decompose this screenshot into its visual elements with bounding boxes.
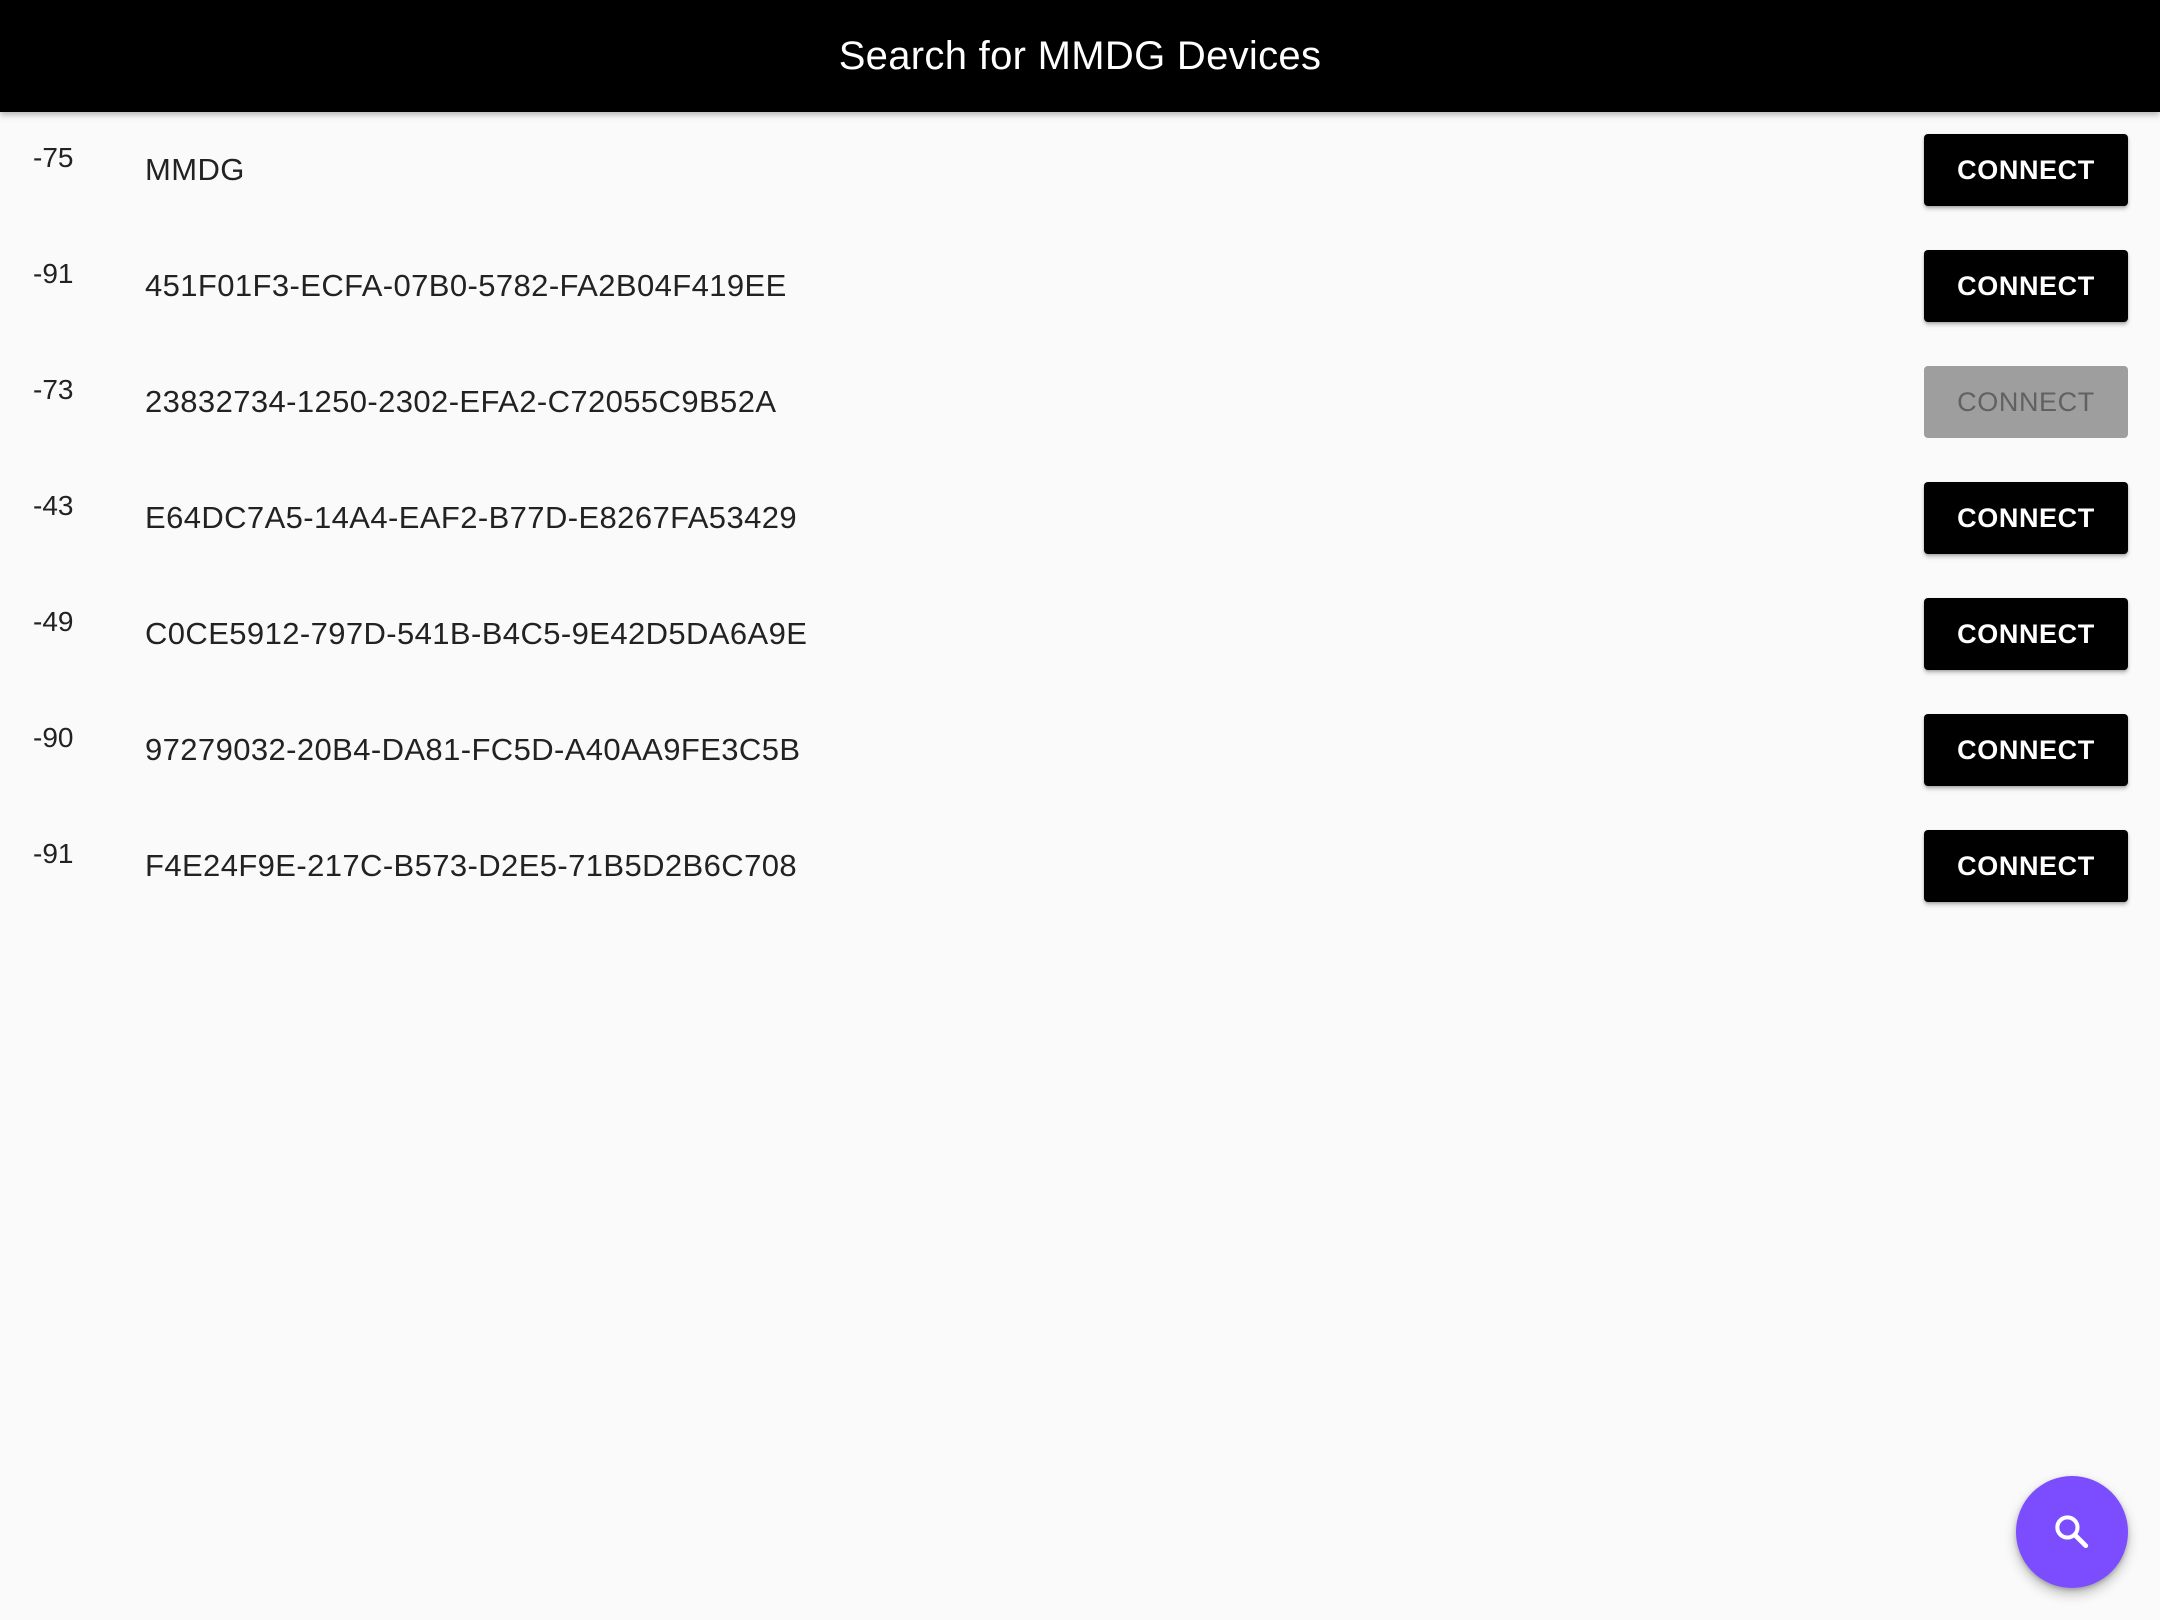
search-fab[interactable] bbox=[2016, 1476, 2128, 1588]
search-icon bbox=[2055, 1515, 2089, 1549]
connect-button[interactable]: CONNECT bbox=[1924, 482, 2128, 554]
connect-button[interactable]: CONNECT bbox=[1924, 830, 2128, 902]
device-row: -75 MMDG CONNECT bbox=[0, 112, 2160, 228]
connect-button-disabled: CONNECT bbox=[1924, 366, 2128, 438]
connect-button[interactable]: CONNECT bbox=[1924, 250, 2128, 322]
app-bar: Search for MMDG Devices bbox=[0, 0, 2160, 112]
device-row: -49 C0CE5912-797D-541B-B4C5-9E42D5DA6A9E… bbox=[0, 576, 2160, 692]
connect-button[interactable]: CONNECT bbox=[1924, 134, 2128, 206]
rssi-value: -91 bbox=[33, 838, 74, 869]
device-name: 97279032-20B4-DA81-FC5D-A40AA9FE3C5B bbox=[145, 732, 801, 767]
device-name: 23832734-1250-2302-EFA2-C72055C9B52A bbox=[145, 384, 777, 419]
device-row: -43 E64DC7A5-14A4-EAF2-B77D-E8267FA53429… bbox=[0, 460, 2160, 576]
device-row: -73 23832734-1250-2302-EFA2-C72055C9B52A… bbox=[0, 344, 2160, 460]
rssi-value: -75 bbox=[33, 142, 74, 173]
device-list: -75 MMDG CONNECT -91 451F01F3-ECFA-07B0-… bbox=[0, 112, 2160, 924]
page-title: Search for MMDG Devices bbox=[838, 33, 1322, 78]
device-row: -91 F4E24F9E-217C-B573-D2E5-71B5D2B6C708… bbox=[0, 808, 2160, 924]
device-name: MMDG bbox=[145, 152, 245, 187]
device-name: 451F01F3-ECFA-07B0-5782-FA2B04F419EE bbox=[145, 268, 787, 303]
device-name: C0CE5912-797D-541B-B4C5-9E42D5DA6A9E bbox=[145, 616, 808, 651]
rssi-value: -90 bbox=[33, 722, 74, 753]
rssi-value: -91 bbox=[33, 258, 74, 289]
connect-button[interactable]: CONNECT bbox=[1924, 714, 2128, 786]
device-row: -91 451F01F3-ECFA-07B0-5782-FA2B04F419EE… bbox=[0, 228, 2160, 344]
device-name: F4E24F9E-217C-B573-D2E5-71B5D2B6C708 bbox=[145, 848, 797, 883]
connect-button[interactable]: CONNECT bbox=[1924, 598, 2128, 670]
rssi-value: -73 bbox=[33, 374, 74, 405]
rssi-value: -49 bbox=[33, 606, 74, 637]
rssi-value: -43 bbox=[33, 490, 74, 521]
device-row: -90 97279032-20B4-DA81-FC5D-A40AA9FE3C5B… bbox=[0, 692, 2160, 808]
device-name: E64DC7A5-14A4-EAF2-B77D-E8267FA53429 bbox=[145, 500, 798, 535]
